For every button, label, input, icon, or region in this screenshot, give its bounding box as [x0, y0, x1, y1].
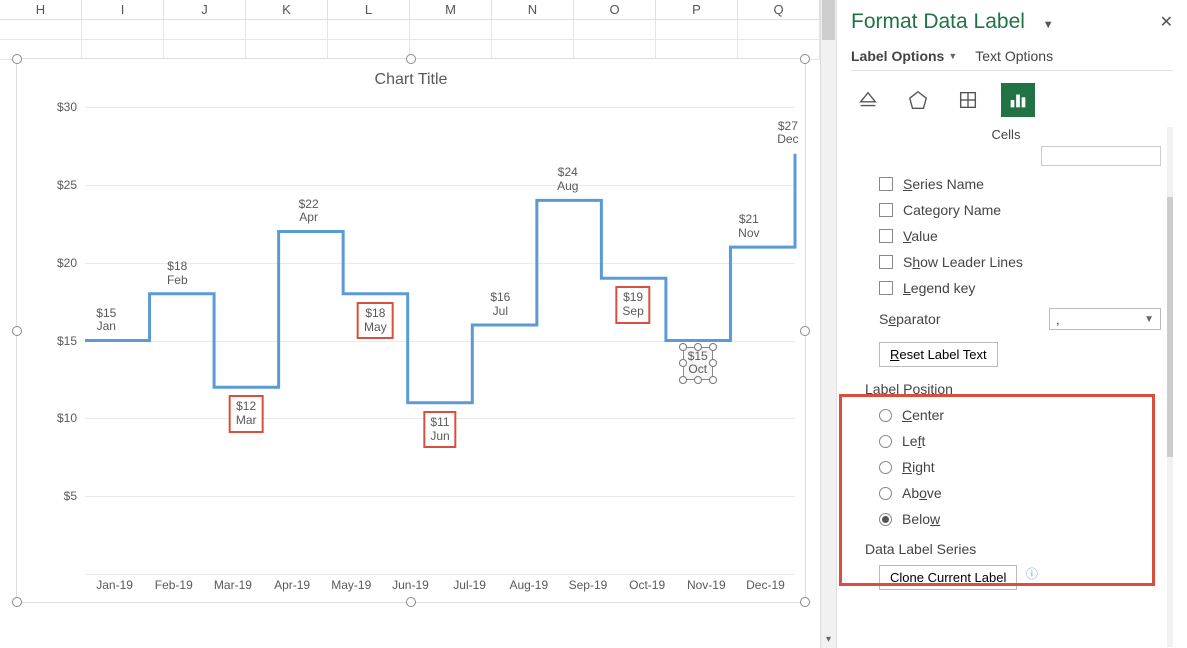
radio-icon[interactable] [879, 487, 892, 500]
col-header[interactable]: I [82, 0, 164, 20]
x-axis: Jan-19 Feb-19 Mar-19 Apr-19 May-19 Jun-1… [85, 578, 795, 592]
col-header[interactable]: K [246, 0, 328, 20]
col-header[interactable]: H [0, 0, 82, 20]
data-label-feb[interactable]: $18Feb [157, 260, 197, 288]
data-label-aug[interactable]: $24Aug [548, 166, 588, 194]
data-label-jun[interactable]: $11Jun [423, 411, 456, 449]
y-tick: $10 [45, 411, 77, 425]
x-tick: Jun-19 [381, 578, 440, 592]
col-header[interactable]: P [656, 0, 738, 20]
effects-icon[interactable] [901, 83, 935, 117]
data-label-jul[interactable]: $16Jul [480, 291, 520, 319]
checkbox-show-leader-lines[interactable]: Show Leader Lines [879, 254, 1161, 270]
y-tick: $15 [45, 334, 77, 348]
scroll-down-icon[interactable]: ▾ [821, 632, 836, 648]
scrollbar-thumb[interactable] [1167, 197, 1173, 457]
cells-label: Cells [851, 127, 1161, 142]
chevron-down-icon: ▼ [1144, 314, 1154, 325]
resize-handle[interactable] [406, 597, 416, 607]
data-label-apr[interactable]: $22Apr [289, 198, 329, 226]
col-header[interactable]: J [164, 0, 246, 20]
data-label-series-title: Data Label Series [865, 541, 1161, 557]
checkbox-icon[interactable] [879, 177, 893, 191]
cells-range-field[interactable] [1041, 146, 1161, 166]
radio-below[interactable]: Below [879, 511, 1161, 527]
separator-select[interactable]: , ▼ [1049, 308, 1161, 330]
resize-handle[interactable] [12, 326, 22, 336]
y-tick: $30 [45, 100, 77, 114]
label-options-icon[interactable] [1001, 83, 1035, 117]
vertical-scrollbar[interactable]: ▾ [820, 0, 836, 648]
y-tick: $20 [45, 256, 77, 270]
x-tick: Mar-19 [203, 578, 262, 592]
reset-label-text-button[interactable]: Reset Label Text [879, 342, 998, 367]
col-header[interactable]: Q [738, 0, 820, 20]
close-icon[interactable]: ✕ [1160, 12, 1173, 32]
x-tick: Sep-19 [558, 578, 617, 592]
checkbox-icon[interactable] [879, 281, 893, 295]
tab-label-options[interactable]: Label Options▼ [851, 48, 957, 64]
chart-object[interactable]: Chart Title $30 $25 $20 $15 $10 $5 Jan-1… [16, 58, 806, 603]
radio-above[interactable]: Above [879, 485, 1161, 501]
col-header[interactable]: M [410, 0, 492, 20]
radio-icon[interactable] [879, 409, 892, 422]
x-tick: Dec-19 [736, 578, 795, 592]
resize-handle[interactable] [800, 597, 810, 607]
x-tick: Jan-19 [85, 578, 144, 592]
checkbox-icon[interactable] [879, 255, 893, 269]
data-label-mar[interactable]: $12Mar [229, 395, 264, 433]
data-label-jan[interactable]: $15Jan [86, 307, 126, 335]
pane-menu-caret-icon[interactable]: ▼ [1043, 19, 1054, 31]
x-tick: Aug-19 [499, 578, 558, 592]
pane-title: Format Data Label [851, 10, 1025, 33]
checkbox-icon[interactable] [879, 229, 893, 243]
clone-current-label-button[interactable]: Clone Current Label [879, 565, 1017, 590]
pane-scrollbar[interactable] [1167, 127, 1173, 647]
data-label-oct-selected[interactable]: $15Oct [683, 347, 713, 381]
scrollbar-thumb[interactable] [822, 0, 835, 40]
x-tick: Apr-19 [263, 578, 322, 592]
column-headers: H I J K L M N O P Q [0, 0, 820, 20]
resize-handle[interactable] [800, 54, 810, 64]
tab-text-options[interactable]: Text Options [975, 48, 1053, 64]
x-tick: May-19 [322, 578, 381, 592]
data-label-sep[interactable]: $19Sep [615, 286, 650, 324]
resize-handle[interactable] [12, 597, 22, 607]
col-header[interactable]: O [574, 0, 656, 20]
checkbox-series-name[interactable]: SSeries Nameeries Name [879, 176, 1161, 192]
checkbox-value[interactable]: Value [879, 228, 1161, 244]
resize-handle[interactable] [800, 326, 810, 336]
radio-right[interactable]: Right [879, 459, 1161, 475]
x-tick: Jul-19 [440, 578, 499, 592]
x-tick: Feb-19 [144, 578, 203, 592]
fill-line-icon[interactable] [851, 83, 885, 117]
radio-left[interactable]: Left [879, 433, 1161, 449]
data-label-dec[interactable]: $27Dec [768, 120, 808, 148]
checkbox-icon[interactable] [879, 203, 893, 217]
y-tick: $5 [45, 489, 77, 503]
checkbox-category-name[interactable]: Category Name [879, 202, 1161, 218]
info-icon[interactable]: ⓘ [1026, 567, 1038, 581]
x-tick: Nov-19 [677, 578, 736, 592]
radio-icon[interactable] [879, 435, 892, 448]
plot-area[interactable]: $30 $25 $20 $15 $10 $5 Jan-19 Feb-19 Mar… [45, 107, 795, 574]
x-tick: Oct-19 [618, 578, 677, 592]
data-label-nov[interactable]: $21Nov [729, 213, 769, 241]
col-header[interactable]: L [328, 0, 410, 20]
format-pane: Format Data Label ▼ ✕ Label Options▼ Tex… [836, 0, 1187, 648]
data-label-may[interactable]: $18May [357, 302, 394, 340]
label-position-title: Label Position [865, 381, 1161, 397]
radio-icon[interactable] [879, 513, 892, 526]
checkbox-legend-key[interactable]: Legend key [879, 280, 1161, 296]
y-tick: $25 [45, 178, 77, 192]
col-header[interactable]: N [492, 0, 574, 20]
separator-label: Separator [879, 311, 941, 327]
size-properties-icon[interactable] [951, 83, 985, 117]
radio-center[interactable]: Center [879, 407, 1161, 423]
resize-handle[interactable] [12, 54, 22, 64]
radio-icon[interactable] [879, 461, 892, 474]
resize-handle[interactable] [406, 54, 416, 64]
